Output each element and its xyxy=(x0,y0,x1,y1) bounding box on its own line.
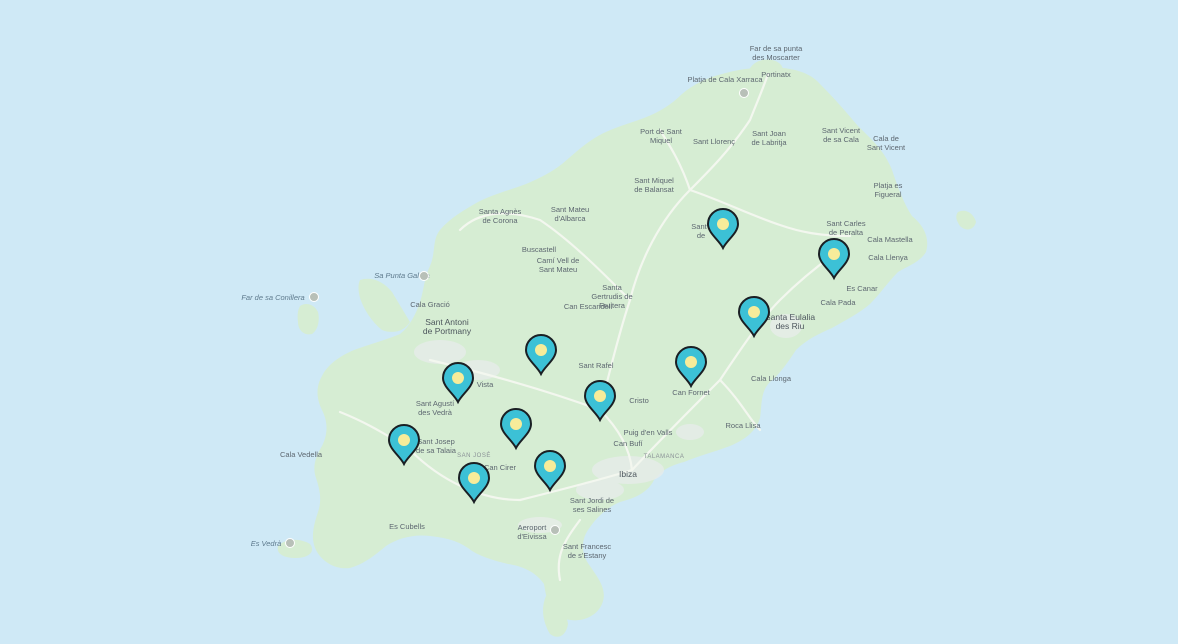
place-label-sant-miquel-balansat-2: de Balansat xyxy=(634,185,675,194)
place-label-jesus-partial: Cristo xyxy=(629,396,649,405)
place-label-port-sant-miquel-2: Miquel xyxy=(650,136,672,145)
marker-dot xyxy=(685,356,697,368)
place-label-far-punta-moscarter-2: des Moscarter xyxy=(752,53,800,62)
place-label-can-escandell: Can Escandell xyxy=(564,302,613,311)
place-label-cami-vell-2: Sant Mateu xyxy=(539,265,577,274)
marker-dot xyxy=(468,472,480,484)
place-label-can-bufi: Can Bufí xyxy=(613,439,643,448)
place-label-santa-agnes-1: Santa Agnès xyxy=(479,207,522,216)
place-label-sant-llorenc: Sant Llorenç xyxy=(693,137,735,146)
place-label-cala-pada: Cala Pada xyxy=(820,298,856,307)
place-label-platja-cala-xarraca: Platja de Cala Xarraca xyxy=(687,75,763,84)
place-label-santa-gertrudis-partial-2: de xyxy=(697,231,705,240)
place-label-santa-eulalia-2: des Riu xyxy=(776,321,805,331)
place-label-can-fornet: Can Fornet xyxy=(672,388,710,397)
landmark-icon xyxy=(309,292,319,302)
place-label-santa-gertrudis-partial-1: Sant xyxy=(691,222,707,231)
marker-dot xyxy=(452,372,464,384)
place-label-bona-vista-partial: Vista xyxy=(477,380,494,389)
place-label-sant-antoni-2: de Portmany xyxy=(423,326,472,336)
place-label-cala-sant-vicent-1: Cala de xyxy=(873,134,899,143)
place-label-sant-mateu-2: d'Albarca xyxy=(554,214,586,223)
place-label-sant-jordi-2: ses Salines xyxy=(573,505,612,514)
place-label-sant-josep-2: de sa Talaia xyxy=(416,446,457,455)
place-label-es-canar: Es Canar xyxy=(846,284,878,293)
place-label-sant-vicent-1: Sant Vicent xyxy=(822,126,861,135)
place-label-sant-carles-2: de Peralta xyxy=(829,228,864,237)
landmark-icon xyxy=(285,538,295,548)
place-label-sant-rafel: Sant Rafel xyxy=(578,361,613,370)
marker-dot xyxy=(535,344,547,356)
place-label-sant-jordi-1: Sant Jordi de xyxy=(570,496,614,505)
district-label-san-jose: SAN JOSÉ xyxy=(457,452,491,459)
map-view[interactable]: Far de sa punta des Moscarter Portinatx Pla… xyxy=(0,0,1178,644)
place-label-sant-miquel-balansat-1: Sant Miquel xyxy=(634,176,674,185)
place-label-sant-carles-1: Sant Carles xyxy=(826,219,865,228)
landmark-icon xyxy=(739,88,749,98)
place-label-cala-llonga: Cala Llonga xyxy=(751,374,792,383)
marker-dot xyxy=(748,306,760,318)
place-label-sant-vicent-2: de sa Cala xyxy=(823,135,860,144)
map-canvas[interactable]: Far de sa puntades MoscarterPortinatxPla… xyxy=(0,0,1178,644)
place-label-cala-mastella: Cala Mastella xyxy=(867,235,913,244)
place-label-cala-llenya: Cala Llenya xyxy=(868,253,908,262)
marker-dot xyxy=(828,248,840,260)
place-label-ibiza: Ibiza xyxy=(619,469,637,479)
airport-icon xyxy=(550,525,560,535)
place-label-port-sant-miquel-1: Port de Sant xyxy=(640,127,683,136)
place-label-sant-agusti-2: des Vedrà xyxy=(418,408,453,417)
place-label-far-punta-moscarter-1: Far de sa punta xyxy=(750,44,803,53)
place-label-platja-figueral-2: Figueral xyxy=(874,190,901,199)
place-label-cala-gracio: Cala Gració xyxy=(410,300,450,309)
landmark-icon xyxy=(419,271,429,281)
place-label-aeroport-1: Aeroport xyxy=(518,523,548,532)
marker-dot xyxy=(510,418,522,430)
place-label-can-cirer: Can Cirer xyxy=(484,463,517,472)
place-label-santa-agnes-2: de Corona xyxy=(482,216,518,225)
place-label-sant-joan-2: de Labritja xyxy=(751,138,787,147)
place-label-platja-figueral-1: Platja es xyxy=(874,181,903,190)
sea-label-es-vedra: Es Vedrà xyxy=(251,539,282,548)
marker-dot xyxy=(717,218,729,230)
marker-dot xyxy=(398,434,410,446)
place-label-sant-joan-1: Sant Joan xyxy=(752,129,786,138)
sea-label-far-sa-conillera: Far de sa Conillera xyxy=(241,293,304,302)
place-label-santa-gertrudis-1: Santa xyxy=(602,283,622,292)
place-label-es-cubells: Es Cubells xyxy=(389,522,425,531)
islet-conillera xyxy=(297,304,319,335)
place-label-sant-mateu-1: Sant Mateu xyxy=(551,205,589,214)
place-label-roca-llisa: Roca Llisa xyxy=(725,421,761,430)
place-label-sant-agusti-1: Sant Agustí xyxy=(416,399,455,408)
place-label-sant-francesc-1: Sant Francesc xyxy=(563,542,612,551)
place-label-cala-vedella: Cala Vedella xyxy=(280,450,323,459)
place-label-portinatx: Portinatx xyxy=(761,70,791,79)
place-label-puig-den-valls: Puig d'en Valls xyxy=(624,428,673,437)
place-label-cami-vell-1: Camí Vell de xyxy=(537,256,580,265)
place-label-aeroport-2: d'Eivissa xyxy=(517,532,547,541)
place-label-santa-gertrudis-2: Gertrudis de xyxy=(591,292,632,301)
place-label-sant-francesc-2: de s'Estany xyxy=(568,551,607,560)
place-label-buscastell: Buscastell xyxy=(522,245,557,254)
place-label-cala-sant-vicent-2: Sant Vicent xyxy=(867,143,906,152)
district-label-talamanca: TALAMANCA xyxy=(644,454,685,460)
marker-dot xyxy=(544,460,556,472)
marker-dot xyxy=(594,390,606,402)
place-label-sant-josep-1: Sant Josep xyxy=(417,437,455,446)
